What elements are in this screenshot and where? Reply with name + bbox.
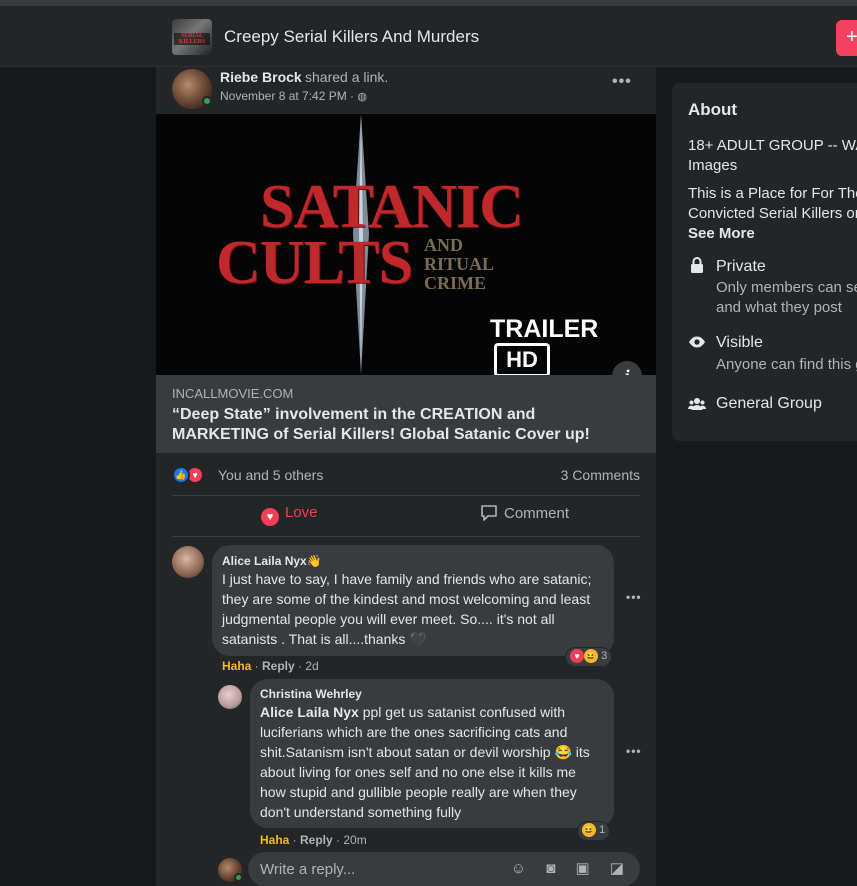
- comment-reactions[interactable]: ♥ 😆 3: [566, 648, 612, 666]
- comment-reaction-count: 3: [601, 650, 608, 662]
- about-title: About: [688, 100, 738, 119]
- reactions-text: You and 5 others: [218, 467, 324, 483]
- link-domain: INCALLMOVIE.COM: [172, 386, 294, 401]
- group-header: SERIAL KILLERS Creepy Serial Killers And…: [0, 6, 857, 67]
- general-group-label: General Group: [716, 395, 822, 412]
- mention-link[interactable]: Alice Laila Nyx: [260, 704, 359, 720]
- reply-options-icon[interactable]: •••: [626, 744, 642, 758]
- haha-icon: 😆: [582, 823, 596, 837]
- comment-label: Comment: [504, 505, 570, 522]
- love-icon: ♥: [570, 649, 584, 663]
- comment-icon: [481, 505, 497, 521]
- private-desc-line: and what they post: [716, 299, 842, 316]
- private-label: Private: [716, 258, 766, 275]
- wave-icon: 👋: [306, 554, 322, 568]
- image-title-line2: CULTS: [216, 229, 413, 297]
- link-preview-image[interactable]: SATANIC CULTS AND RITUAL CRIME TRAILER H…: [156, 114, 656, 375]
- private-desc-line: Only members can se: [716, 279, 857, 296]
- eye-icon: [689, 336, 705, 348]
- reply-reaction-count: 1: [599, 824, 606, 836]
- visible-description: Anyone can find this g: [716, 356, 857, 373]
- commenter-avatar[interactable]: [172, 546, 204, 578]
- divider: [172, 536, 640, 537]
- group-thumbnail-label: SERIAL KILLERS: [174, 33, 210, 45]
- about-desc-line: Convicted Serial Killers or: [688, 205, 857, 222]
- like-icon: 👍: [172, 466, 190, 484]
- divider: [172, 495, 640, 496]
- reply-reactions[interactable]: 😆 1: [578, 822, 610, 840]
- reaction-summary[interactable]: 👍 ♥ You and 5 others 3 Comments: [172, 464, 640, 486]
- comment-author-name: Alice Laila Nyx: [222, 554, 307, 568]
- hd-badge: HD: [494, 343, 550, 375]
- heart-icon: ♥: [261, 508, 279, 526]
- group-title[interactable]: Creepy Serial Killers And Murders: [224, 27, 479, 47]
- see-more-link[interactable]: See More: [688, 224, 857, 244]
- love-label: Love: [285, 504, 318, 521]
- reply-link[interactable]: Reply: [300, 833, 333, 847]
- reply-tools-icons[interactable]: ☺ ◙ ▣ ◪: [511, 859, 632, 877]
- comment-text: I just have to say, I have family and fr…: [222, 571, 592, 647]
- poster-name[interactable]: Riebe Brock: [220, 69, 302, 85]
- trailer-text: TRAILER: [490, 315, 599, 343]
- post-time-text: November 8 at 7:42 PM ·: [220, 89, 355, 103]
- group-thumbnail[interactable]: SERIAL KILLERS: [172, 19, 212, 55]
- reply-age[interactable]: 20m: [343, 833, 366, 847]
- comment-button[interactable]: Comment: [480, 504, 569, 532]
- reply-text: Alice Laila Nyx ppl get us satanist conf…: [260, 702, 604, 822]
- reply-actions: Haha · Reply · 20m: [260, 833, 367, 847]
- about-desc-line: This is a Place for For Tho: [688, 185, 857, 202]
- haha-reaction-link[interactable]: Haha: [222, 659, 251, 673]
- post-card: Riebe Brock shared a link. November 8 at…: [156, 67, 656, 886]
- about-desc-line: 18+ ADULT GROUP -- WA: [688, 137, 857, 154]
- about-panel: About 18+ ADULT GROUP -- WA Images This …: [672, 83, 857, 441]
- reply-bubble: Christina Wehrley Alice Laila Nyx ppl ge…: [250, 679, 614, 828]
- visible-label: Visible: [716, 334, 763, 351]
- comment-options-icon[interactable]: •••: [626, 590, 642, 604]
- comment-actions: Haha · Reply · 2d: [222, 659, 319, 673]
- online-indicator: [234, 873, 243, 882]
- haha-icon: 😆: [584, 649, 598, 663]
- love-button[interactable]: ♥ Love: [261, 504, 318, 532]
- poster-action: shared a link.: [305, 69, 389, 85]
- comment-bubble: Alice Laila Nyx👋 I just have to say, I h…: [212, 545, 614, 656]
- reply-author[interactable]: Christina Wehrley: [260, 687, 362, 701]
- image-subtitle: AND RITUAL CRIME: [424, 235, 494, 293]
- comment-author[interactable]: Alice Laila Nyx👋: [222, 554, 322, 568]
- replier-avatar[interactable]: [218, 685, 242, 709]
- about-desc-line: Images: [688, 157, 738, 174]
- comment-age[interactable]: 2d: [305, 659, 318, 673]
- post-timestamp[interactable]: November 8 at 7:42 PM · ◍: [220, 89, 367, 103]
- reply-link[interactable]: Reply: [262, 659, 295, 673]
- reply-body: ppl get us satanist confused with lucife…: [260, 704, 590, 820]
- reply-input[interactable]: Write a reply... ☺ ◙ ▣ ◪: [248, 852, 640, 886]
- lock-icon: [691, 257, 703, 273]
- post-options-icon[interactable]: •••: [612, 73, 632, 91]
- reply-placeholder: Write a reply...: [260, 861, 356, 878]
- online-indicator: [202, 96, 212, 106]
- private-description: Only members can se and what they post: [716, 278, 857, 318]
- comments-count[interactable]: 3 Comments: [561, 467, 640, 483]
- link-title: “Deep State” involvement in the CREATION…: [172, 406, 590, 443]
- link-preview-meta[interactable]: INCALLMOVIE.COM “Deep State” involvement…: [156, 375, 656, 453]
- group-icon: [688, 398, 706, 410]
- globe-icon: ◍: [357, 91, 368, 103]
- haha-reaction-link[interactable]: Haha: [260, 833, 289, 847]
- about-description: 18+ ADULT GROUP -- WA Images This is a P…: [688, 136, 857, 244]
- join-group-button[interactable]: +: [836, 20, 857, 56]
